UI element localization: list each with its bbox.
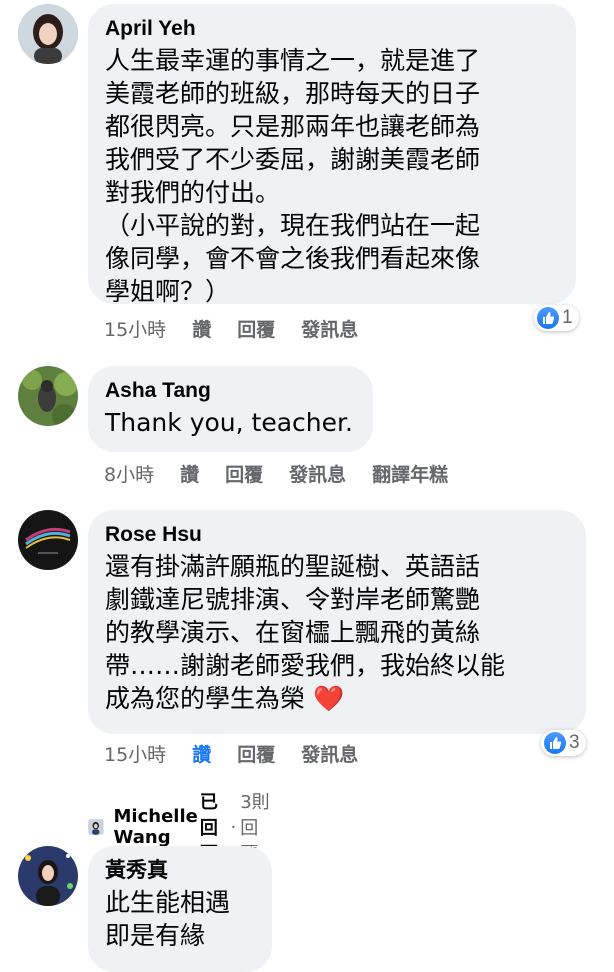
avatar-photo-icon — [88, 819, 104, 835]
separator-dot: · — [230, 816, 237, 838]
avatar[interactable] — [18, 510, 78, 570]
comment-text: 還有掛滿許願瓶的聖誕樹、英語話 劇鐵達尼號排演、令對岸老師驚艷 的教學演示、在窗… — [105, 550, 570, 715]
comment-author[interactable]: Rose Hsu — [105, 522, 570, 548]
comment-author[interactable]: April Yeh — [105, 16, 560, 42]
reply-button[interactable]: 回覆 — [237, 315, 275, 342]
avatar-photo-icon — [18, 846, 78, 906]
comment-text: 人生最幸運的事情之一，就是進了 美霞老師的班級，那時每天的日子 都很閃亮。只是那… — [105, 46, 481, 306]
message-button[interactable]: 發訊息 — [289, 460, 346, 487]
reaction-count[interactable]: 3 — [541, 730, 586, 756]
comment-bubble: Asha Tang Thank you, teacher. — [88, 366, 373, 452]
comment-time[interactable]: 15小時 — [104, 315, 166, 342]
heart-icon: ❤️ — [312, 684, 345, 713]
translate-button[interactable]: 翻譯年糕 — [372, 460, 448, 487]
comment-text: Thank you, teacher. — [105, 408, 353, 437]
comment-text: 此生能相遇 即是有緣 — [105, 888, 231, 950]
avatar-photo-icon — [18, 366, 78, 426]
message-button[interactable]: 發訊息 — [301, 740, 358, 767]
reaction-count-value: 3 — [569, 732, 580, 753]
comment-actions: 8小時 讚 回覆 發訊息 翻譯年糕 — [104, 460, 474, 487]
reply-button[interactable]: 回覆 — [225, 460, 263, 487]
like-button[interactable]: 讚 — [180, 460, 199, 487]
comment-author[interactable]: 黃秀真 — [105, 858, 256, 884]
reply-author[interactable]: Michelle Wang — [114, 806, 198, 848]
like-button[interactable]: 讚 — [192, 740, 211, 767]
comment-bubble: April Yeh 人生最幸運的事情之一，就是進了 美霞老師的班級，那時每天的日… — [88, 4, 576, 306]
avatar-photo-icon — [18, 510, 78, 570]
like-icon — [537, 307, 559, 329]
like-icon — [544, 732, 566, 754]
comment-bubble: Rose Hsu 還有掛滿許願瓶的聖誕樹、英語話 劇鐵達尼號排演、令對岸老師驚艷… — [88, 510, 586, 734]
comment-bubble: 黃秀真 此生能相遇 即是有緣 — [88, 846, 272, 972]
avatar[interactable] — [18, 846, 78, 906]
message-button[interactable]: 發訊息 — [301, 315, 358, 342]
reaction-count-value: 1 — [562, 307, 573, 328]
avatar — [88, 810, 104, 844]
avatar-photo-icon — [18, 4, 78, 64]
comment-actions: 15小時 讚 回覆 發訊息 — [104, 740, 384, 767]
comment-text-body: 還有掛滿許願瓶的聖誕樹、英語話 劇鐵達尼號排演、令對岸老師驚艷 的教學演示、在窗… — [105, 552, 506, 713]
comment-actions: 15小時 讚 回覆 發訊息 — [104, 315, 384, 342]
like-button[interactable]: 讚 — [192, 315, 211, 342]
avatar[interactable] — [18, 366, 78, 426]
comment-author[interactable]: Asha Tang — [105, 378, 357, 404]
avatar[interactable] — [18, 4, 78, 64]
reaction-count[interactable]: 1 — [534, 305, 579, 331]
comment-time[interactable]: 15小時 — [104, 740, 166, 767]
reply-button[interactable]: 回覆 — [237, 740, 275, 767]
comment-time[interactable]: 8小時 — [104, 460, 154, 487]
